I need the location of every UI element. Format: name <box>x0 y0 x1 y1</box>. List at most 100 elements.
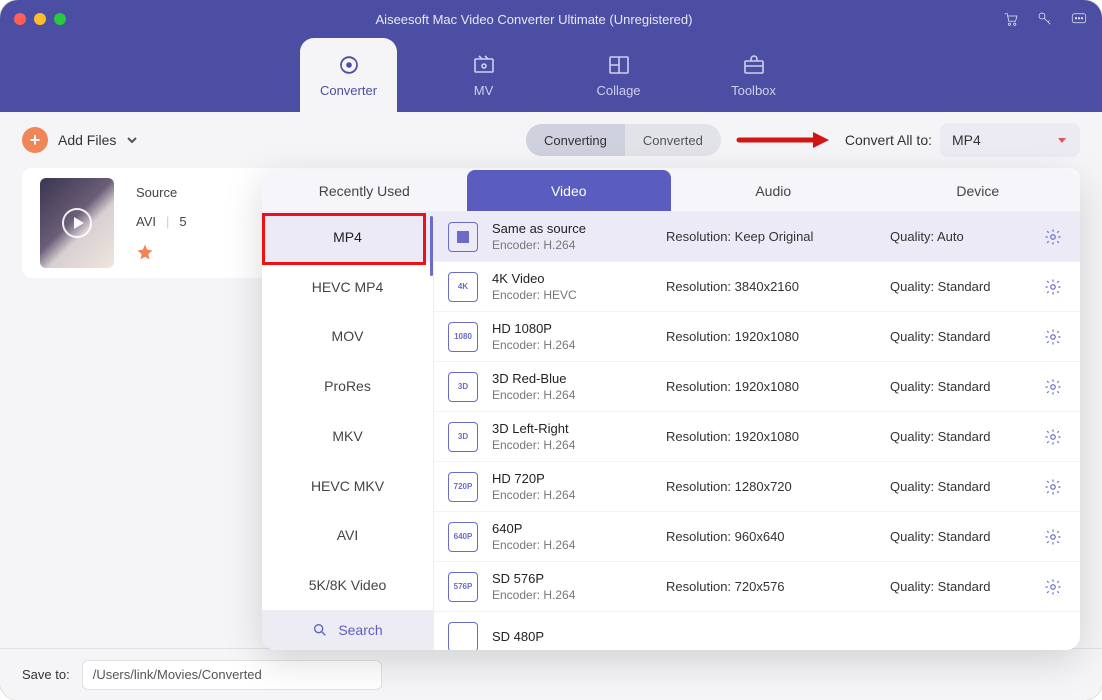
format-popup: Recently Used Video Audio Device MP4 HEV… <box>262 170 1080 650</box>
gear-icon[interactable] <box>1044 278 1062 296</box>
convert-all-group: Convert All to: MP4 <box>845 123 1080 157</box>
preset-icon: 4K <box>448 272 478 302</box>
titlebar: Aiseesoft Mac Video Converter Ultimate (… <box>0 0 1102 38</box>
preset-title: Same as source <box>492 221 652 236</box>
preset-quality: Quality: Standard <box>890 379 1030 394</box>
popup-tab-audio[interactable]: Audio <box>671 170 876 211</box>
file-size: 5 <box>179 214 186 229</box>
format-item[interactable]: ProRes <box>262 361 433 411</box>
search-icon <box>312 622 328 638</box>
status-segmented: Converting Converted <box>526 124 721 156</box>
footer: Save to: /Users/link/Movies/Converted <box>0 648 1102 700</box>
preset-encoder: Encoder: H.264 <box>492 388 652 402</box>
format-item[interactable]: MKV <box>262 411 433 461</box>
traffic-lights <box>14 13 66 25</box>
gear-icon[interactable] <box>1044 428 1062 446</box>
format-item[interactable]: HEVC MKV <box>262 461 433 511</box>
chevron-down-icon[interactable] <box>126 134 138 146</box>
main-tabs: Converter MV Collage Toolbox <box>0 38 1102 112</box>
preset-encoder: Encoder: H.264 <box>492 538 652 552</box>
seg-converted[interactable]: Converted <box>625 124 721 156</box>
preset-title: 640P <box>492 521 652 536</box>
format-item[interactable]: MP4 <box>262 212 433 262</box>
gear-icon[interactable] <box>1044 328 1062 346</box>
star-icon[interactable] <box>136 243 154 261</box>
feedback-icon[interactable] <box>1070 10 1088 28</box>
preset-icon: 576P <box>448 572 478 602</box>
preset-icon: 720P <box>448 472 478 502</box>
preset-resolution: Resolution: 1920x1080 <box>666 379 876 394</box>
gear-icon[interactable] <box>1044 528 1062 546</box>
tab-converter[interactable]: Converter <box>300 38 397 112</box>
preset-resolution: Resolution: 960x640 <box>666 529 876 544</box>
preset-icon: 640P <box>448 522 478 552</box>
format-item[interactable]: AVI <box>262 511 433 561</box>
annotation-arrow <box>735 129 831 151</box>
gear-icon[interactable] <box>1044 228 1062 246</box>
popup-tab-video[interactable]: Video <box>467 170 672 211</box>
save-path-value: /Users/link/Movies/Converted <box>93 667 262 682</box>
triangle-down-icon <box>1056 134 1068 146</box>
preset-title: SD 480P <box>492 629 652 644</box>
tab-collage[interactable]: Collage <box>570 38 667 112</box>
preset-quality: Quality: Standard <box>890 479 1030 494</box>
preset-row[interactable]: 1080HD 1080PEncoder: H.264Resolution: 19… <box>434 312 1080 362</box>
tab-mv-label: MV <box>474 83 494 98</box>
key-icon[interactable] <box>1036 10 1054 28</box>
convert-all-label: Convert All to: <box>845 132 932 148</box>
save-to-label: Save to: <box>22 667 70 682</box>
preset-quality: Quality: Standard <box>890 429 1030 444</box>
format-item[interactable]: MOV <box>262 312 433 362</box>
preset-row[interactable]: 576PSD 576PEncoder: H.264Resolution: 720… <box>434 562 1080 612</box>
preset-row[interactable]: SD 480P <box>434 612 1080 650</box>
tab-converter-label: Converter <box>320 83 377 98</box>
preset-row[interactable]: 3D3D Left-RightEncoder: H.264Resolution:… <box>434 412 1080 462</box>
tab-collage-label: Collage <box>596 83 640 98</box>
preset-resolution: Resolution: 1920x1080 <box>666 329 876 344</box>
plus-icon: + <box>22 127 48 153</box>
seg-converting[interactable]: Converting <box>526 124 625 156</box>
preset-encoder: Encoder: H.264 <box>492 488 652 502</box>
preset-icon: 1080 <box>448 322 478 352</box>
gear-icon[interactable] <box>1044 478 1062 496</box>
close-icon[interactable] <box>14 13 26 25</box>
preset-icon <box>448 222 478 252</box>
tab-toolbox[interactable]: Toolbox <box>705 38 802 112</box>
preset-row[interactable]: 3D3D Red-BlueEncoder: H.264Resolution: 1… <box>434 362 1080 412</box>
zoom-icon[interactable] <box>54 13 66 25</box>
source-label: Source <box>136 185 177 200</box>
minimize-icon[interactable] <box>34 13 46 25</box>
popup-tab-device[interactable]: Device <box>876 170 1081 211</box>
convert-all-dropdown[interactable]: MP4 <box>940 123 1080 157</box>
preset-icon: 3D <box>448 422 478 452</box>
add-files-button[interactable]: + Add Files <box>22 127 138 153</box>
save-path[interactable]: /Users/link/Movies/Converted <box>82 660 382 690</box>
tab-mv[interactable]: MV <box>435 38 532 112</box>
preset-row[interactable]: 720PHD 720PEncoder: H.264Resolution: 128… <box>434 462 1080 512</box>
gear-icon[interactable] <box>1044 378 1062 396</box>
preset-row[interactable]: Same as sourceEncoder: H.264Resolution: … <box>434 212 1080 262</box>
preset-row[interactable]: 4K4K VideoEncoder: HEVCResolution: 3840x… <box>434 262 1080 312</box>
popup-tabs: Recently Used Video Audio Device <box>262 170 1080 212</box>
window-title: Aiseesoft Mac Video Converter Ultimate (… <box>66 12 1002 27</box>
file-format: AVI <box>136 214 156 229</box>
preset-quality: Quality: Standard <box>890 529 1030 544</box>
preset-encoder: Encoder: H.264 <box>492 338 652 352</box>
preset-encoder: Encoder: H.264 <box>492 588 652 602</box>
preset-quality: Quality: Standard <box>890 329 1030 344</box>
format-item[interactable]: HEVC MP4 <box>262 262 433 312</box>
preset-resolution: Resolution: 3840x2160 <box>666 279 876 294</box>
preset-icon <box>448 622 478 651</box>
video-thumbnail[interactable] <box>40 178 114 268</box>
gear-icon[interactable] <box>1044 578 1062 596</box>
cart-icon[interactable] <box>1002 10 1020 28</box>
popup-tab-recent[interactable]: Recently Used <box>262 170 467 211</box>
add-files-label: Add Files <box>58 132 116 148</box>
preset-resolution: Resolution: 720x576 <box>666 579 876 594</box>
preset-quality: Quality: Standard <box>890 579 1030 594</box>
preset-row[interactable]: 640P 640P Encoder: H.264 Resolution: 960x64… <box>434 512 1080 562</box>
play-icon <box>62 208 92 238</box>
file-meta: Source AVI | 5 <box>136 185 187 261</box>
format-search[interactable]: Search <box>262 610 433 650</box>
format-item[interactable]: 5K/8K Video <box>262 560 433 610</box>
